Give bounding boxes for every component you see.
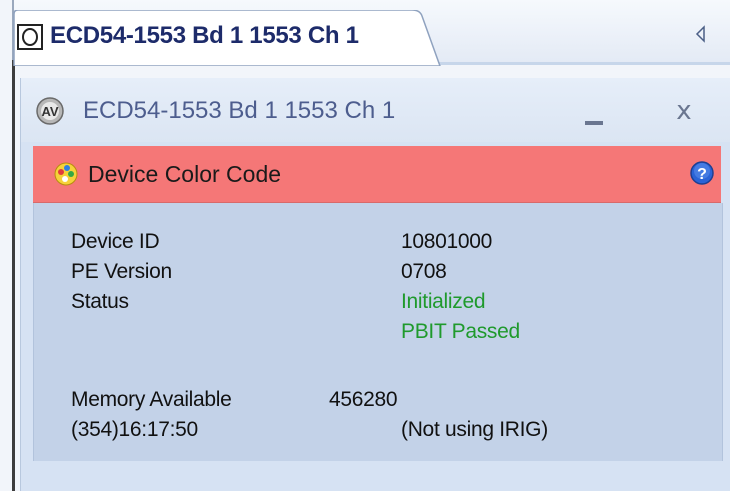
device-color-code-banner: Device Color Code ? bbox=[33, 146, 721, 203]
tab-ecd54-1553[interactable]: ECD54-1553 Bd 1 1553 Ch 1 bbox=[12, 10, 442, 66]
device-window: AV ECD54-1553 Bd 1 1553 Ch 1 x Device Co… bbox=[20, 78, 730, 491]
memory-available-label: Memory Available bbox=[71, 388, 232, 411]
pe-version-label: PE Version bbox=[71, 260, 172, 283]
status-label: Status bbox=[71, 290, 129, 313]
banner-title: Device Color Code bbox=[88, 161, 282, 187]
status-value-initialized: Initialized bbox=[401, 290, 486, 313]
color-palette-icon bbox=[54, 162, 78, 186]
device-id-value: 10801000 bbox=[401, 230, 493, 253]
device-node-icon bbox=[17, 24, 43, 50]
app-logo-icon: AV bbox=[36, 97, 64, 125]
svg-text:?: ? bbox=[697, 166, 707, 183]
minimize-icon bbox=[585, 121, 603, 125]
window-title: ECD54-1553 Bd 1 1553 Ch 1 bbox=[83, 97, 396, 124]
scroll-left-arrow-icon[interactable] bbox=[694, 24, 708, 44]
device-id-label: Device ID bbox=[71, 230, 160, 253]
status-value-pbit: PBIT Passed bbox=[401, 320, 520, 343]
svg-text:AV: AV bbox=[41, 104, 58, 119]
window-footer bbox=[21, 461, 730, 491]
time-value: (354)16:17:50 bbox=[71, 418, 198, 441]
window-titlebar[interactable]: AV ECD54-1553 Bd 1 1553 Ch 1 x bbox=[21, 78, 730, 142]
device-info-panel: Device ID 10801000 PE Version 0708 Statu… bbox=[33, 203, 723, 462]
tab-title: ECD54-1553 Bd 1 1553 Ch 1 bbox=[50, 22, 359, 49]
memory-available-value: 456280 bbox=[329, 388, 398, 411]
pe-version-value: 0708 bbox=[401, 260, 447, 283]
close-button[interactable]: x bbox=[667, 94, 701, 128]
help-icon[interactable]: ? bbox=[689, 160, 715, 186]
minimize-button[interactable] bbox=[577, 98, 611, 132]
irig-status: (Not using IRIG) bbox=[401, 418, 548, 441]
frame-edge bbox=[12, 60, 15, 491]
